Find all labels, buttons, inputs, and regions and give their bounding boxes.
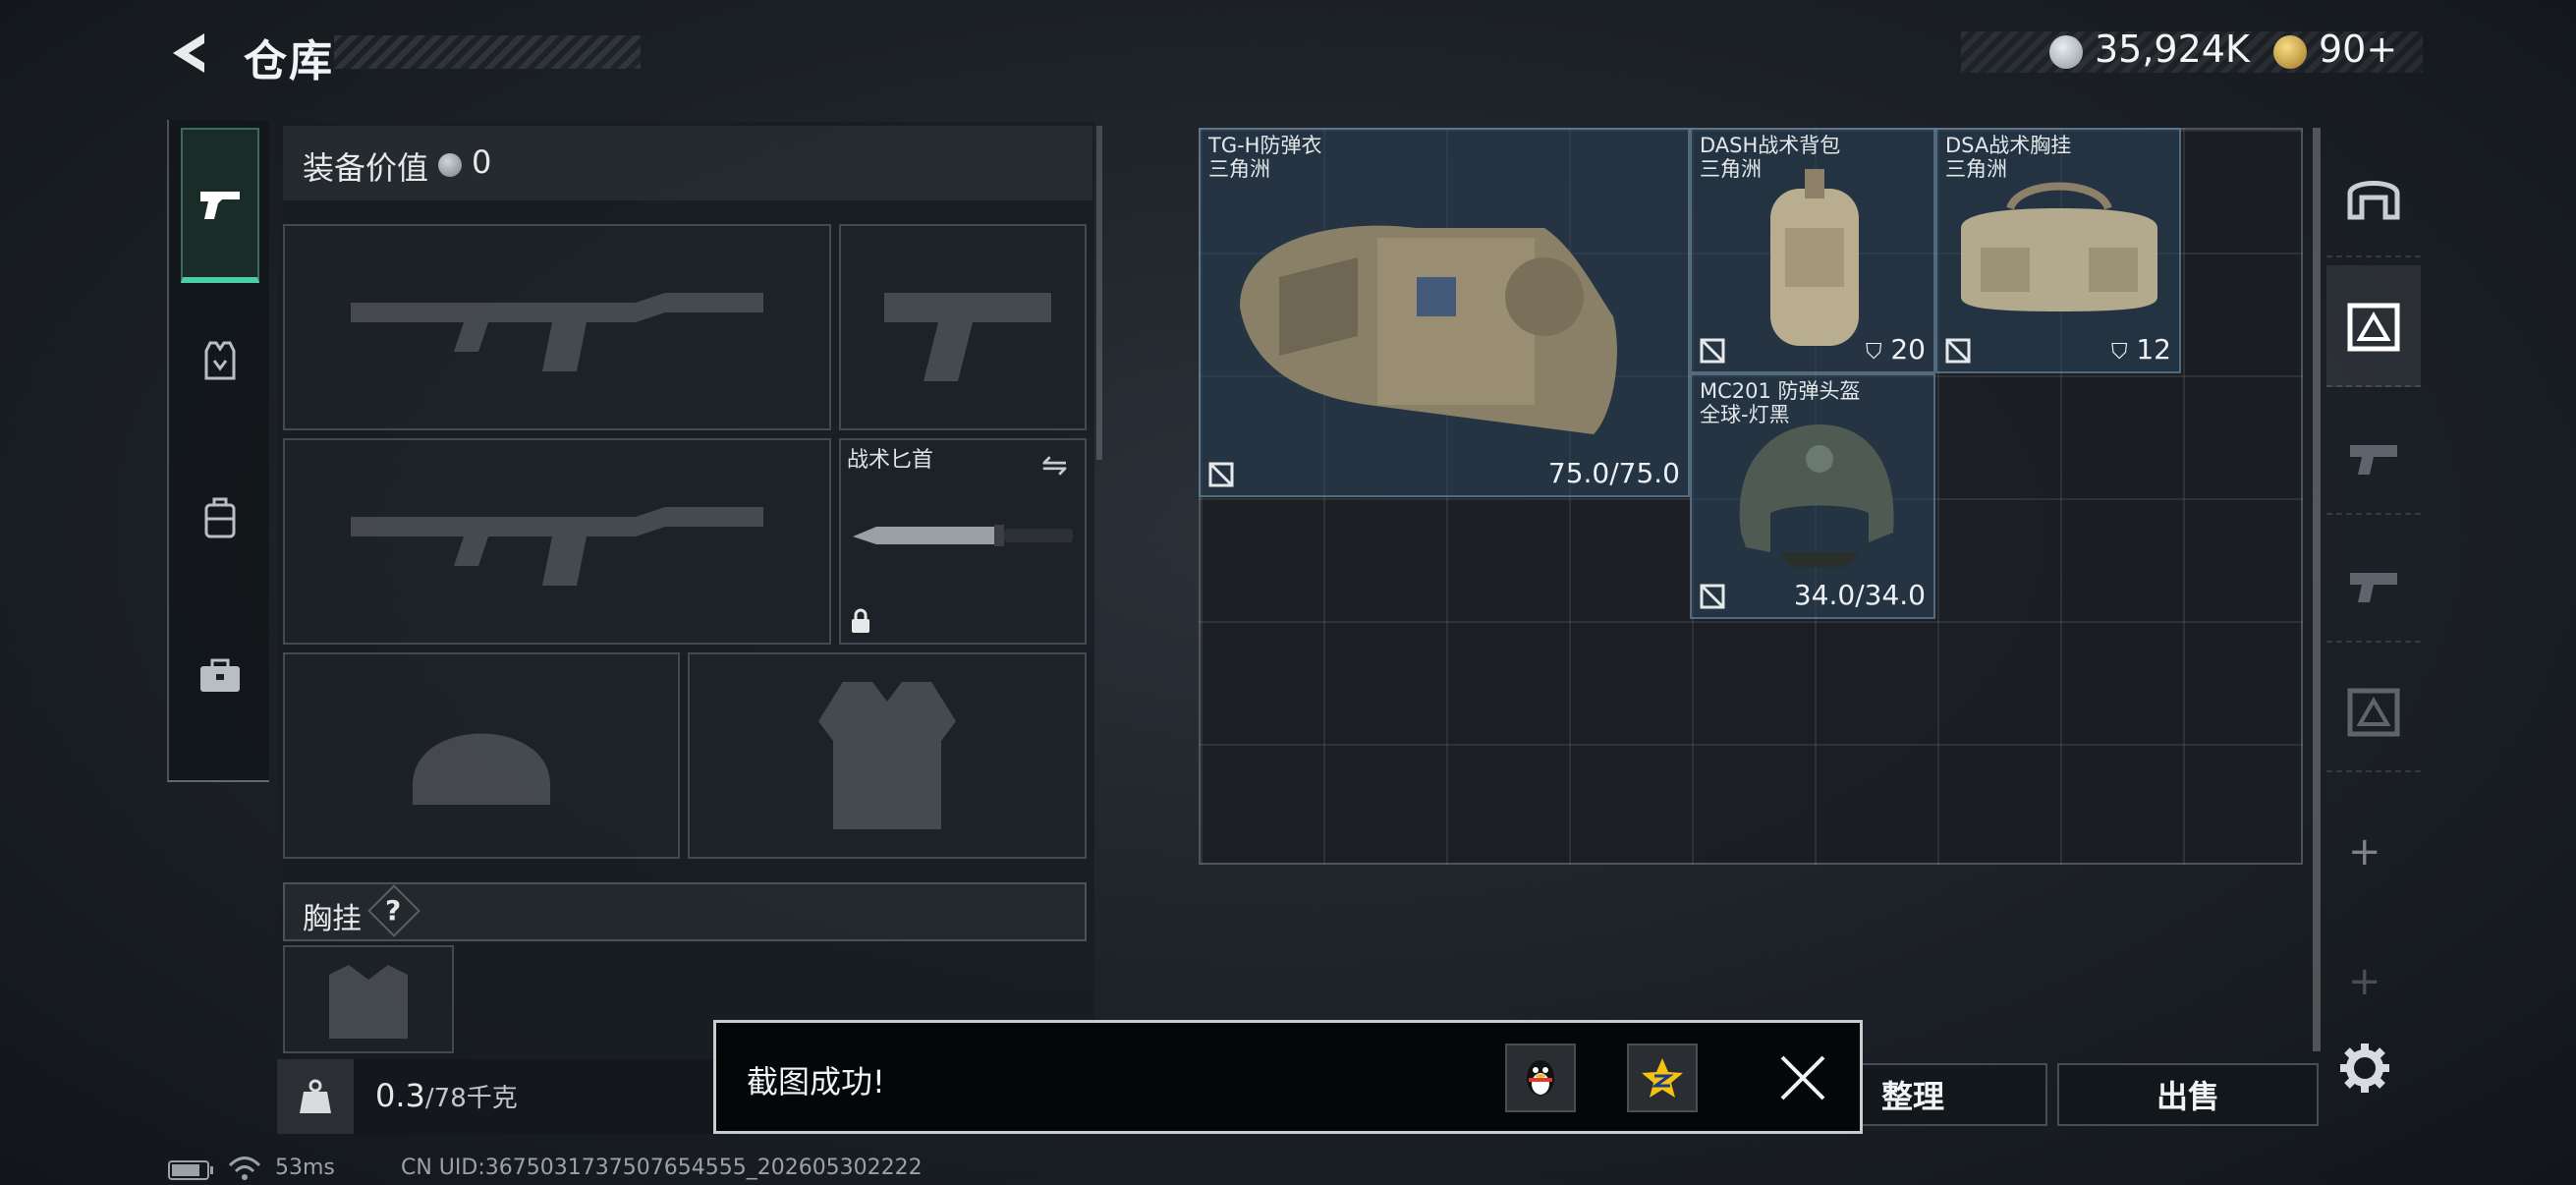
storage-tab-3[interactable] <box>2326 393 2421 515</box>
storage-tab-4[interactable] <box>2326 521 2421 643</box>
weight-max: /78千克 <box>424 1084 518 1113</box>
close-icon[interactable] <box>1776 1051 1829 1108</box>
armor-slot[interactable] <box>688 652 1087 859</box>
no-trade-icon <box>1945 338 1971 364</box>
weight-icon <box>277 1059 354 1134</box>
ping: 53ms <box>275 1156 335 1180</box>
add-storage-icon[interactable]: + <box>2348 829 2381 875</box>
storage-scrollbar[interactable] <box>2313 128 2321 1051</box>
qzone-star-icon <box>1642 1058 1683 1098</box>
primary-weapon-slot[interactable] <box>283 224 831 430</box>
no-trade-icon <box>1700 584 1725 609</box>
shelter-icon <box>2347 181 2400 220</box>
toast-message: 截图成功! <box>747 1063 885 1100</box>
qq-penguin-icon <box>1527 1060 1554 1096</box>
capacity-icon: ⛉ <box>2110 340 2128 365</box>
gold-coin-icon <box>2273 35 2307 69</box>
wifi-icon <box>228 1156 261 1185</box>
duffel-backpack-icon <box>1770 169 1859 346</box>
chest-rig-slot[interactable] <box>283 945 454 1053</box>
user-uid: CN UID:3675031737507654555_202605302222 <box>401 1156 923 1180</box>
lock-icon <box>849 607 872 639</box>
weight-value: 0.3 <box>375 1077 425 1114</box>
title-decoration <box>334 35 641 69</box>
item-capacity: ⛉ 12 <box>2110 333 2171 366</box>
rifle-silhouette-icon <box>351 507 763 586</box>
weapon-storage-icon <box>2350 445 2397 475</box>
item-name-vest: TG-H防弹衣 三角洲 <box>1208 134 1322 181</box>
body-armor-icon <box>1240 225 1617 434</box>
item-durability: 34.0/34.0 <box>1793 579 1926 611</box>
chest-rig-bag-icon <box>1961 182 2157 311</box>
chest-rig-label: 胸挂 <box>303 902 362 936</box>
stash-item-helmet[interactable]: MC201 防弹头盔 全球-灯黑 34.0/34.0 <box>1690 373 1935 619</box>
secondary-rifle-slot[interactable] <box>283 438 831 645</box>
back-button[interactable] <box>165 28 214 79</box>
item-capacity: ⛉ 20 <box>1865 333 1926 366</box>
equipment-scrollbar[interactable] <box>1096 126 1102 460</box>
swap-icon[interactable]: ⇋ <box>1041 446 1068 483</box>
back-arrow-icon <box>173 33 204 73</box>
tab-case[interactable] <box>169 601 271 749</box>
ballistic-helmet-icon <box>1739 424 1894 567</box>
weapon-storage-icon <box>2350 573 2397 602</box>
equipment-storage-icon <box>2347 303 2400 352</box>
no-trade-icon <box>1208 462 1234 487</box>
storage-tab-5[interactable] <box>2326 650 2421 772</box>
knife-label: 战术匕首 <box>847 448 934 473</box>
capacity-icon: ⛉ <box>1865 340 1882 365</box>
secondary-weapon-slot[interactable] <box>839 224 1087 430</box>
helmet-slot[interactable] <box>283 652 680 859</box>
page-title: 仓库 <box>244 36 334 86</box>
settings-gear-icon[interactable] <box>2338 1042 2391 1099</box>
pistol-silhouette-icon <box>884 293 1051 381</box>
tab-backpack[interactable] <box>169 444 271 592</box>
tab-weapons[interactable] <box>181 128 259 283</box>
battery-icon <box>167 1159 214 1185</box>
armor-silhouette-icon <box>818 682 956 829</box>
share-qzone-button[interactable] <box>1627 1044 1698 1112</box>
backpack-icon <box>204 497 236 538</box>
item-durability: 75.0/75.0 <box>1547 457 1680 489</box>
sell-button[interactable]: 出售 <box>2057 1063 2319 1126</box>
gold-amount[interactable]: 90+ <box>2319 28 2397 71</box>
knife-icon <box>853 525 1073 546</box>
no-trade-icon <box>1700 338 1725 364</box>
helmet-silhouette-icon <box>413 733 550 805</box>
storage-tab-home[interactable] <box>2326 136 2421 257</box>
equipment-value: 0 <box>472 143 492 181</box>
storage-tab-equipment[interactable] <box>2326 265 2421 387</box>
item-name-chest-rig: DSA战术胸挂 三角洲 <box>1945 134 2072 181</box>
tab-armor[interactable] <box>169 287 271 434</box>
help-icon[interactable]: ? <box>385 894 401 927</box>
stash-item-vest[interactable]: TG-H防弹衣 三角洲 75.0/75.0 <box>1199 128 1690 497</box>
stash-item-backpack[interactable]: DASH战术背包 三角洲 ⛉ 20 <box>1690 128 1935 373</box>
rifle-silhouette-icon <box>351 293 763 371</box>
equipment-value-label: 装备价值 <box>303 149 429 187</box>
chest-rig-silhouette-icon <box>329 965 408 1039</box>
vest-icon <box>204 341 236 380</box>
value-coin-icon <box>438 153 462 177</box>
briefcase-icon <box>200 658 240 692</box>
add-storage-icon[interactable]: + <box>2348 959 2381 1004</box>
silver-coin-icon <box>2049 35 2083 69</box>
category-tabs <box>167 120 269 782</box>
pistol-icon <box>200 192 240 219</box>
weight-readout: 0.3/78千克 <box>375 1077 518 1114</box>
silver-amount: 35,924K <box>2095 28 2250 71</box>
equipment-storage-icon <box>2347 688 2400 737</box>
share-qq-button[interactable] <box>1505 1044 1576 1112</box>
stash-item-chest-rig[interactable]: DSA战术胸挂 三角洲 ⛉ 12 <box>1935 128 2181 373</box>
